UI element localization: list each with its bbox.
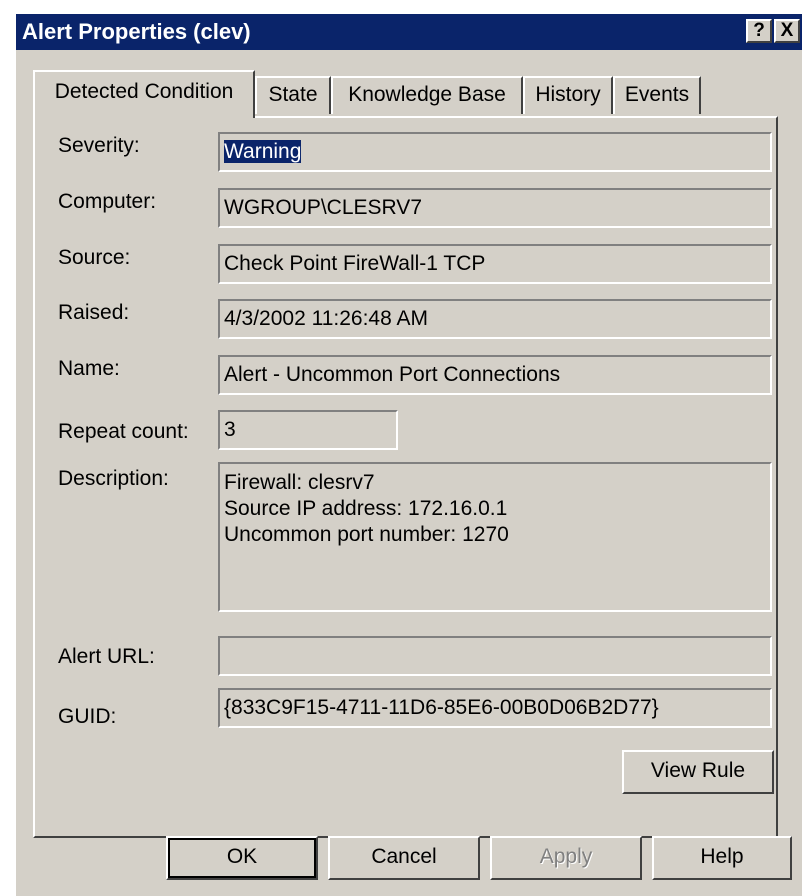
repeat-count-label: Repeat count:: [58, 420, 189, 443]
alert-url-label: Alert URL:: [58, 645, 155, 668]
tab-state[interactable]: State: [255, 76, 331, 114]
alert-url-field[interactable]: [218, 636, 772, 676]
title-bar: Alert Properties (clev): [16, 14, 802, 50]
name-field[interactable]: Alert - Uncommon Port Connections: [218, 355, 772, 395]
severity-field[interactable]: Warning: [218, 132, 772, 172]
description-label: Description:: [58, 467, 169, 490]
help-title-button[interactable]: ?: [746, 19, 772, 43]
cancel-button[interactable]: Cancel: [328, 836, 480, 880]
source-field[interactable]: Check Point FireWall-1 TCP: [218, 244, 772, 284]
help-button[interactable]: Help: [652, 836, 792, 880]
computer-field[interactable]: WGROUP\CLESRV7: [218, 188, 772, 228]
ok-button[interactable]: OK: [166, 836, 318, 880]
close-title-button[interactable]: X: [774, 19, 800, 43]
guid-label: GUID:: [58, 705, 117, 728]
description-field[interactable]: Firewall: clesrv7 Source IP address: 172…: [218, 462, 772, 612]
severity-label: Severity:: [58, 134, 140, 157]
repeat-count-field[interactable]: 3: [218, 410, 398, 450]
description-line: Source IP address: 172.16.0.1: [224, 497, 508, 520]
description-line: Uncommon port number: 1270: [224, 523, 509, 546]
apply-button[interactable]: Apply: [490, 836, 642, 880]
raised-label: Raised:: [58, 301, 130, 324]
source-label: Source:: [58, 246, 131, 269]
tab-knowledge-base[interactable]: Knowledge Base: [331, 76, 523, 114]
window-title: Alert Properties (clev): [22, 19, 251, 44]
tab-history[interactable]: History: [523, 76, 613, 114]
guid-field[interactable]: {833C9F15-4711-11D6-85E6-00B0D06B2D77}: [218, 688, 772, 728]
raised-field[interactable]: 4/3/2002 11:26:48 AM: [218, 299, 772, 339]
tab-events[interactable]: Events: [613, 76, 701, 114]
computer-label: Computer:: [58, 190, 157, 213]
name-label: Name:: [58, 357, 120, 380]
description-line: Firewall: clesrv7: [224, 471, 375, 494]
tab-detected-condition[interactable]: Detected Condition: [33, 70, 255, 118]
severity-value: Warning: [224, 140, 302, 163]
view-rule-button[interactable]: View Rule: [622, 750, 774, 794]
